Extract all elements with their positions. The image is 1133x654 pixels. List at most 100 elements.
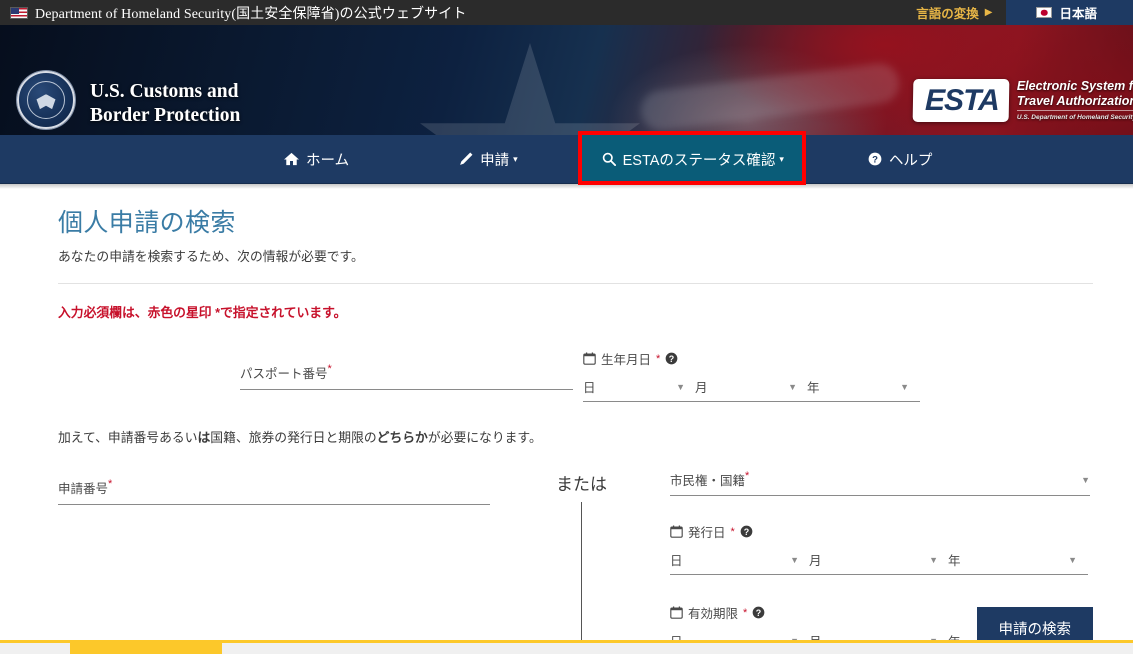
citizenship-required-marker: * <box>745 470 750 482</box>
expiry-date-required-marker: * <box>743 606 748 619</box>
site-masthead: U.S. Customs and Border Protection ESTA … <box>0 25 1133 135</box>
japan-flag-icon <box>1036 7 1053 18</box>
government-top-bar: Department of Homeland Security(国土安全保障省)… <box>0 0 1133 25</box>
or-separator-label: または <box>556 475 607 494</box>
additional-info-note: 加えて、申請番号あるいは国籍、旅券の発行日と期限のどちらかが必要になります。 <box>58 427 1093 446</box>
chevron-down-icon: ▼ <box>929 554 938 565</box>
main-navigation: ホーム 申請 ▾ ESTAのステータス確認 ▾ ? ヘルプ <box>0 131 1133 185</box>
alternative-identification-row: 申請番号* または 市民権・国籍* ▼ 発行日 * ? 日 ▼ 月 ▼ 年 ▼ … <box>58 470 1093 654</box>
official-site-notice: Department of Homeland Security(国土安全保障省)… <box>0 0 902 25</box>
agency-name-line1: U.S. Customs and <box>90 81 239 102</box>
dob-day-select[interactable]: 日 ▼ <box>583 377 695 396</box>
chevron-down-icon: ▼ <box>790 554 799 565</box>
esta-wordmark-text: ESTA <box>924 83 1000 117</box>
nav-item-home-label: ホーム <box>306 152 350 169</box>
help-circle-icon: ? <box>868 152 882 166</box>
chevron-down-icon: ▾ <box>779 153 784 164</box>
issue-date-required-marker: * <box>730 525 735 538</box>
help-circle-icon[interactable]: ? <box>752 606 765 619</box>
official-site-text: Department of Homeland Security(国土安全保障省)… <box>35 6 467 22</box>
passport-required-marker: * <box>327 363 332 375</box>
issue-day-select[interactable]: 日 ▼ <box>670 550 809 569</box>
nav-item-check-esta-status[interactable]: ESTAのステータス確認 ▾ <box>579 135 806 183</box>
expiry-date-label: 有効期限 <box>688 607 739 621</box>
agency-name-line2: Border Protection <box>90 105 241 126</box>
issue-date-group: 発行日 * ? 日 ▼ 月 ▼ 年 ▼ <box>670 522 1090 575</box>
date-of-birth-required-marker: * <box>656 352 661 365</box>
chevron-down-icon: ▼ <box>1068 554 1077 565</box>
application-number-input[interactable]: 申請番号* <box>58 478 490 505</box>
dob-month-value: 月 <box>695 381 708 395</box>
citizenship-select[interactable]: 市民権・国籍* ▼ <box>670 470 1090 496</box>
additional-info-part3: が必要になります。 <box>427 430 542 445</box>
help-circle-icon[interactable]: ? <box>740 525 753 538</box>
nav-left-spacer <box>0 135 262 183</box>
chevron-down-icon: ▼ <box>676 381 685 392</box>
section-divider <box>58 283 1093 284</box>
agency-name: U.S. Customs and Border Protection <box>90 80 240 128</box>
calendar-icon <box>583 352 596 365</box>
esta-department-line: U.S. Department of Homeland Security <box>1016 110 1133 122</box>
current-language-label: 日本語 <box>1059 7 1097 21</box>
issue-date-selects: 日 ▼ 月 ▼ 年 ▼ <box>670 550 1088 575</box>
esta-tagline-line2: Travel Authorization <box>1016 93 1133 108</box>
dob-day-value: 日 <box>583 381 596 395</box>
nav-item-application[interactable]: 申請 ▾ <box>437 135 540 183</box>
nav-item-help[interactable]: ? ヘルプ <box>846 135 955 183</box>
nav-item-application-label: 申請 <box>480 152 510 169</box>
search-icon <box>602 152 616 166</box>
dhs-seal-icon <box>17 71 75 129</box>
help-circle-icon[interactable]: ? <box>665 352 678 365</box>
pencil-icon <box>459 152 473 166</box>
dob-year-value: 年 <box>807 381 820 395</box>
bottom-notification-strip <box>0 640 1133 654</box>
or-vertical-divider <box>581 502 582 654</box>
dob-month-select[interactable]: 月 ▼ <box>695 377 807 396</box>
chevron-right-icon: ▶ <box>984 6 993 18</box>
issue-year-select[interactable]: 年 ▼ <box>948 550 1087 569</box>
additional-info-bold1: は <box>197 430 211 445</box>
svg-text:?: ? <box>669 354 674 364</box>
esta-tagline: Electronic System f Travel Authorization… <box>1009 79 1133 122</box>
additional-info-bold2: どちらか <box>376 430 428 445</box>
bottom-notification-tab[interactable] <box>70 643 222 654</box>
additional-info-part2: 国籍、旅券の発行日と期限の <box>210 430 377 445</box>
date-of-birth-header: 生年月日 * ? <box>583 349 920 368</box>
language-switch-button[interactable]: 言語の変換 ▶ <box>902 0 1007 25</box>
language-switch-label: 言語の変換 <box>916 7 979 21</box>
chevron-down-icon: ▼ <box>900 381 909 392</box>
identity-row: パスポート番号* 生年月日 * ? 日 ▼ 月 ▼ 年 ▼ <box>58 343 1093 405</box>
nav-item-check-esta-status-label: ESTAのステータス確認 <box>622 152 776 169</box>
current-language-selector[interactable]: 日本語 <box>1006 0 1133 25</box>
date-of-birth-selects: 日 ▼ 月 ▼ 年 ▼ <box>583 377 920 402</box>
us-flag-icon <box>10 6 28 19</box>
additional-info-part1: 加えて、申請番号あるい <box>58 430 198 445</box>
application-number-label: 申請番号 <box>58 482 109 496</box>
passport-number-input[interactable]: パスポート番号* <box>240 363 573 390</box>
main-content: 個人申請の検索 あなたの申請を検索するため、次の情報が必要です。 入力必須欄は、… <box>0 189 1133 654</box>
date-of-birth-label: 生年月日 <box>601 353 652 367</box>
issue-month-select[interactable]: 月 ▼ <box>809 550 948 569</box>
calendar-icon <box>670 525 683 538</box>
citizenship-label: 市民権・国籍 <box>670 474 746 488</box>
issue-date-label: 発行日 <box>688 526 726 540</box>
calendar-icon <box>670 606 683 619</box>
esta-wordmark: ESTA <box>912 79 1010 122</box>
page-title: 個人申請の検索 <box>58 209 236 237</box>
passport-number-label: パスポート番号 <box>240 367 328 381</box>
chevron-down-icon: ▼ <box>1081 474 1090 485</box>
issue-date-header: 発行日 * ? <box>670 522 1090 541</box>
application-number-required-marker: * <box>108 478 113 490</box>
svg-text:?: ? <box>744 527 749 537</box>
date-of-birth-group: 生年月日 * ? 日 ▼ 月 ▼ 年 ▼ <box>583 349 920 402</box>
svg-text:?: ? <box>872 155 878 166</box>
issue-month-value: 月 <box>809 554 822 568</box>
issue-year-value: 年 <box>948 554 961 568</box>
nav-item-home[interactable]: ホーム <box>262 135 371 183</box>
dob-year-select[interactable]: 年 ▼ <box>807 377 919 396</box>
esta-logo[interactable]: ESTA Electronic System f Travel Authoriz… <box>912 79 1133 122</box>
esta-tagline-line1: Electronic System f <box>1016 79 1133 93</box>
required-fields-note: 入力必須欄は、赤色の星印 *で指定されています。 <box>58 305 347 320</box>
nav-item-help-label: ヘルプ <box>888 152 933 169</box>
chevron-down-icon: ▾ <box>513 153 518 164</box>
